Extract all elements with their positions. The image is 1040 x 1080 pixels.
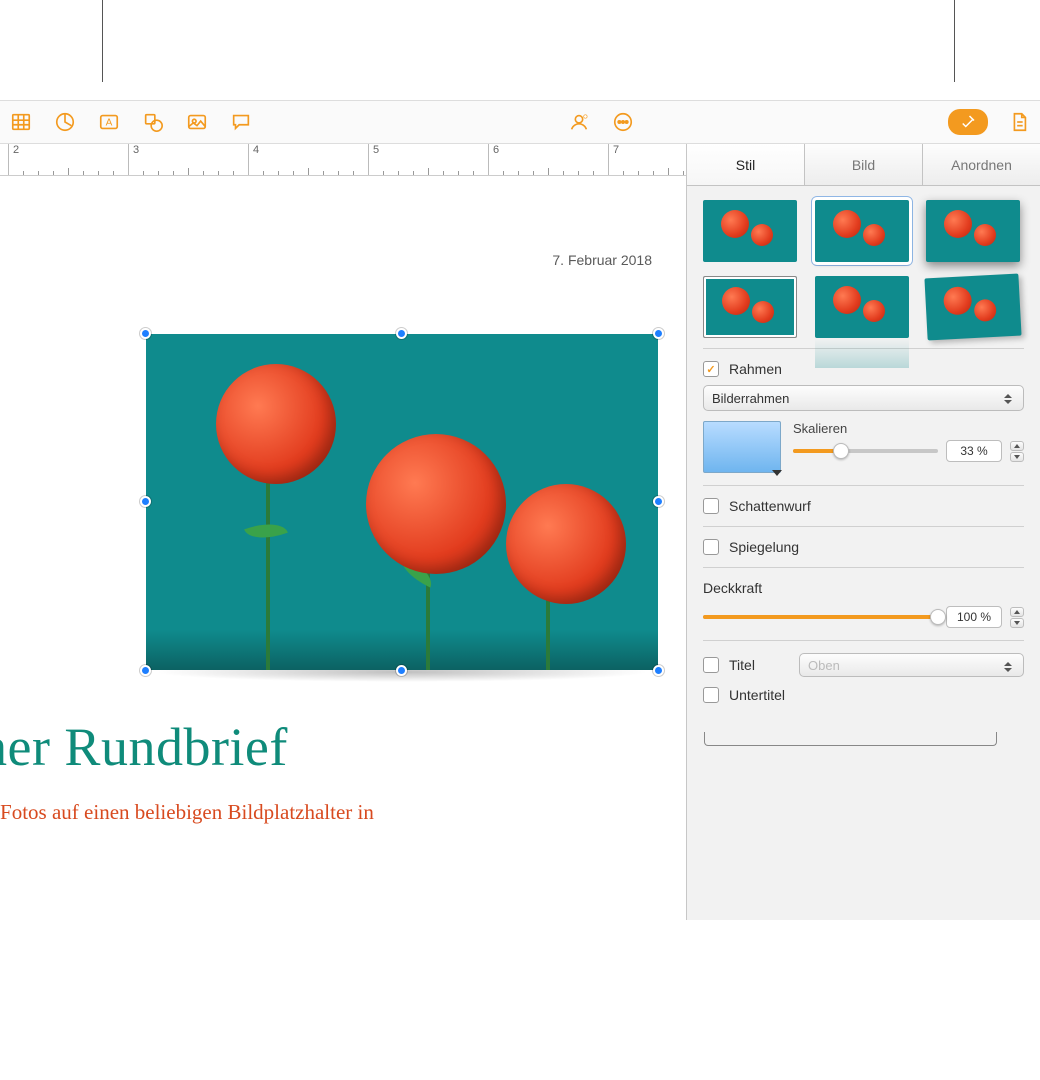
shadow-label: Schattenwurf xyxy=(729,498,811,514)
ruler-mark: 3 xyxy=(128,144,139,176)
style-thumb[interactable] xyxy=(926,200,1020,262)
resize-handle[interactable] xyxy=(140,665,151,676)
reflection-section: Spiegelung xyxy=(703,526,1024,567)
shape-icon[interactable] xyxy=(140,109,166,135)
toolbar: A xyxy=(0,100,1040,144)
shadow-checkbox[interactable] xyxy=(703,498,719,514)
slider-knob[interactable] xyxy=(930,609,946,625)
callout-bracket xyxy=(704,732,997,746)
svg-text:A: A xyxy=(106,118,113,129)
ruler-mark: 7 xyxy=(608,144,619,176)
resize-handle[interactable] xyxy=(653,328,664,339)
resize-handle[interactable] xyxy=(396,328,407,339)
style-thumb[interactable] xyxy=(703,276,797,338)
title-section: Titel Oben Untertitel xyxy=(703,640,1024,715)
frame-type-value: Bilderrahmen xyxy=(712,391,789,406)
title-label: Titel xyxy=(729,657,789,673)
tab-image[interactable]: Bild xyxy=(805,144,923,185)
resize-handle[interactable] xyxy=(653,496,664,507)
document-canvas[interactable]: 7. Februar 2018 icher Rundbrief eigene F… xyxy=(0,176,686,920)
title-checkbox[interactable] xyxy=(703,657,719,673)
callout-line xyxy=(102,0,103,82)
opacity-slider[interactable] xyxy=(703,615,938,619)
collaborate-icon[interactable] xyxy=(566,109,592,135)
opacity-label: Deckkraft xyxy=(703,580,1024,596)
frame-preview[interactable] xyxy=(703,421,781,473)
document-title[interactable]: icher Rundbrief xyxy=(0,716,288,778)
style-thumb[interactable] xyxy=(815,200,909,262)
style-thumb[interactable] xyxy=(926,276,1020,338)
comment-icon[interactable] xyxy=(228,109,254,135)
reflection-label: Spiegelung xyxy=(729,539,799,555)
tab-style[interactable]: Stil xyxy=(687,144,805,185)
ruler-mark: 4 xyxy=(248,144,259,176)
scale-slider[interactable] xyxy=(793,449,938,453)
table-icon[interactable] xyxy=(8,109,34,135)
selected-image[interactable] xyxy=(146,334,658,670)
subtitle-line: eigene Fotos auf einen beliebigen Bildpl… xyxy=(0,800,374,824)
title-placement-value: Oben xyxy=(808,658,840,673)
tab-arrange[interactable]: Anordnen xyxy=(923,144,1040,185)
format-inspector: Stil Bild Anordnen Rahmen Bilderrahmen xyxy=(686,144,1040,920)
title-placement-select[interactable]: Oben xyxy=(799,653,1024,677)
more-icon[interactable] xyxy=(610,109,636,135)
callout-line xyxy=(954,0,955,82)
style-thumb[interactable] xyxy=(703,200,797,262)
textbox-icon[interactable]: A xyxy=(96,109,122,135)
chevron-updown-icon xyxy=(999,390,1017,408)
ruler-mark: 5 xyxy=(368,144,379,176)
resize-handle[interactable] xyxy=(140,496,151,507)
opacity-section: Deckkraft 100 % xyxy=(703,567,1024,640)
frame-label: Rahmen xyxy=(729,361,782,377)
chevron-updown-icon xyxy=(999,658,1017,676)
slider-fill xyxy=(703,615,938,619)
document-subtitle[interactable]: eigene Fotos auf einen beliebigen Bildpl… xyxy=(0,796,374,861)
document-date: 7. Februar 2018 xyxy=(552,252,652,268)
resize-handle[interactable] xyxy=(653,665,664,676)
style-thumbnails xyxy=(703,200,1024,338)
ruler-mark: 2 xyxy=(8,144,19,176)
frame-checkbox[interactable] xyxy=(703,361,719,377)
format-button[interactable] xyxy=(948,109,988,135)
subtitle-checkbox[interactable] xyxy=(703,687,719,703)
ruler-mark: 6 xyxy=(488,144,499,176)
frame-section: Rahmen Bilderrahmen Skalieren 33 % xyxy=(703,348,1024,485)
document-icon[interactable] xyxy=(1006,109,1032,135)
opacity-value[interactable]: 100 % xyxy=(946,606,1002,628)
chart-icon[interactable] xyxy=(52,109,78,135)
media-icon[interactable] xyxy=(184,109,210,135)
resize-handle[interactable] xyxy=(140,328,151,339)
resize-handle[interactable] xyxy=(396,665,407,676)
scale-label: Skalieren xyxy=(793,421,1024,436)
reflection-checkbox[interactable] xyxy=(703,539,719,555)
opacity-stepper[interactable] xyxy=(1010,607,1024,628)
blank-area xyxy=(0,920,1040,1080)
scale-value[interactable]: 33 % xyxy=(946,440,1002,462)
shadow-section: Schattenwurf xyxy=(703,485,1024,526)
ruler: 2 3 4 5 6 7 xyxy=(0,144,686,176)
slider-knob[interactable] xyxy=(833,443,849,459)
chevron-down-icon xyxy=(772,470,782,476)
scale-stepper[interactable] xyxy=(1010,441,1024,462)
style-thumb[interactable] xyxy=(815,276,909,338)
placeholder-photo xyxy=(146,334,658,670)
subtitle-label: Untertitel xyxy=(729,687,785,703)
inspector-tabs: Stil Bild Anordnen xyxy=(687,144,1040,186)
frame-type-select[interactable]: Bilderrahmen xyxy=(703,385,1024,411)
